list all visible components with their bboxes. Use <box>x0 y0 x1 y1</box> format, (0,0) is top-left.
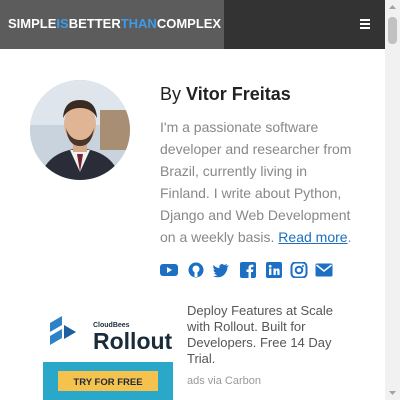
menu-icon[interactable] <box>352 12 376 36</box>
brand-word-complex: COMPLEX <box>156 16 222 31</box>
author-heading: By Vitor Freitas <box>160 84 291 105</box>
vertical-scrollbar[interactable] <box>385 0 400 400</box>
ad-title[interactable]: Deploy Features at Scale with Rollout. B… <box>187 303 352 367</box>
brand-word-is: IS <box>56 16 69 31</box>
ad-cta-label: TRY FOR FREE <box>73 377 142 388</box>
linkedin-icon[interactable] <box>265 262 283 278</box>
brand-word-simple: SIMPLE <box>8 16 57 31</box>
author-portrait <box>30 80 130 180</box>
brand-word-than: THAN <box>120 16 157 31</box>
bio-period: . <box>347 229 352 245</box>
facebook-icon[interactable] <box>239 262 257 278</box>
menu-icon-bar <box>360 19 370 21</box>
site-brand[interactable]: SIMPLEISBETTERTHANCOMPLEX <box>0 0 224 49</box>
author-bio: I'm a passionate software developer and … <box>160 116 360 248</box>
scrollbar-thumb[interactable] <box>388 17 397 44</box>
instagram-icon[interactable] <box>290 262 308 278</box>
youtube-icon[interactable] <box>160 262 178 278</box>
github-icon[interactable] <box>187 262 205 278</box>
top-navbar: SIMPLEISBETTERTHANCOMPLEX <box>0 0 385 49</box>
menu-icon-bar <box>360 27 370 29</box>
author-bio-text: I'm a passionate software developer and … <box>160 119 352 245</box>
email-icon[interactable] <box>315 262 333 278</box>
ad-image[interactable]: CloudBees Rollout TRY FOR FREE <box>43 305 173 400</box>
brand-logo-text[interactable]: SIMPLEISBETTERTHANCOMPLEX <box>8 16 221 31</box>
author-avatar <box>30 80 130 180</box>
author-name: Vitor Freitas <box>186 84 291 104</box>
twitter-icon[interactable] <box>212 262 230 278</box>
menu-icon-bar <box>360 23 370 25</box>
author-by-label: By <box>160 84 182 104</box>
ad-via-carbon[interactable]: ads via Carbon <box>187 375 261 387</box>
read-more-link[interactable]: Read more <box>278 229 347 245</box>
scroll-up-arrow-icon[interactable] <box>385 0 400 15</box>
brand-word-better: BETTER <box>68 16 121 31</box>
ad-logo-main: Rollout <box>93 328 173 354</box>
scroll-down-arrow-icon[interactable] <box>385 385 400 400</box>
